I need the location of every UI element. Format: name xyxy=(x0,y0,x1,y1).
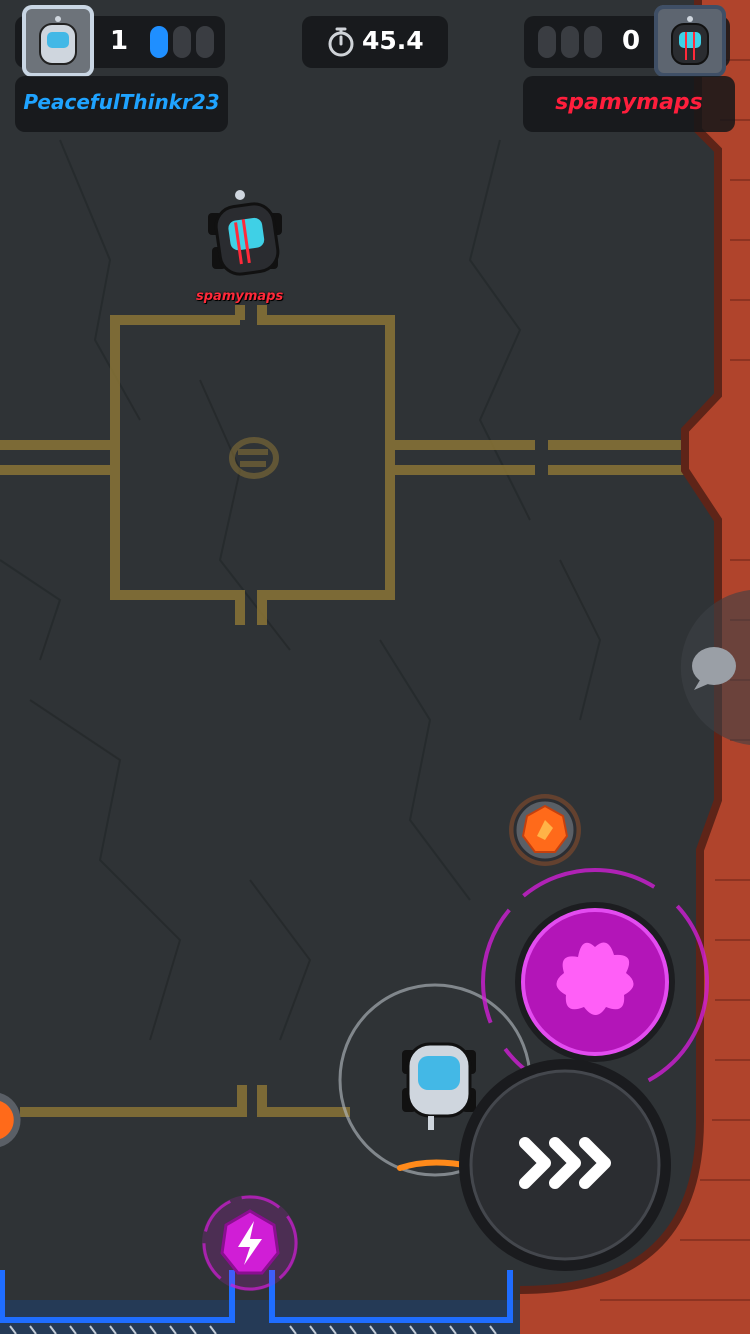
left-score-pip-2 xyxy=(173,26,191,58)
opponent-car-label: spamymaps xyxy=(196,289,284,304)
stopwatch-icon xyxy=(328,27,354,57)
left-player-score: 1 xyxy=(110,26,129,56)
energy-pickup xyxy=(202,1195,298,1291)
right-player-score: 0 xyxy=(622,26,641,56)
right-score-pip-1 xyxy=(538,26,556,58)
car-icon xyxy=(39,16,77,65)
boost-pickup xyxy=(509,794,581,866)
right-player-avatar xyxy=(654,5,726,77)
chat-bubble-icon xyxy=(692,647,736,685)
right-score-pip-2 xyxy=(561,26,579,58)
left-player-name: PeacefulThinkr23 xyxy=(23,90,220,114)
game-screen: spamymaps 1 PeacefulThinkr23 45.4 0 spam… xyxy=(0,0,750,1334)
left-score-pip-1 xyxy=(150,26,168,58)
right-player-name: spamymaps xyxy=(555,90,703,115)
chat-button[interactable] xyxy=(662,590,750,745)
boost-button[interactable] xyxy=(455,1055,675,1275)
left-score-pip-3 xyxy=(196,26,214,58)
boost-pickup-left xyxy=(0,1093,21,1147)
right-score-pip-3 xyxy=(584,26,602,58)
timer-value: 45.4 xyxy=(362,26,424,55)
car-icon xyxy=(671,16,709,65)
left-player-avatar xyxy=(22,5,94,77)
opponent-car xyxy=(208,190,282,276)
